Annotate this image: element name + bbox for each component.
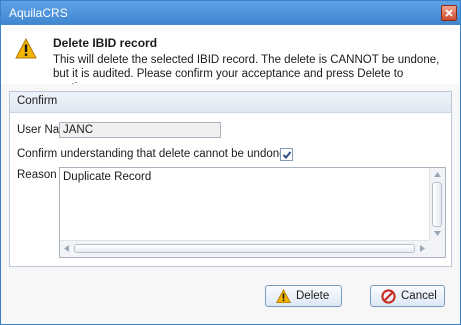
cancel-button-label: Cancel [401,290,437,302]
warning-icon [15,38,37,59]
vertical-scrollbar[interactable] [429,168,445,241]
title-bar[interactable]: AquilaCRS [1,1,460,25]
warning-icon [276,289,291,304]
scroll-left-arrow-icon[interactable] [64,245,69,252]
checkmark-icon [282,151,292,159]
scroll-up-arrow-icon[interactable] [434,172,441,177]
dialog-window: AquilaCRS Delete IBID record This will d… [0,0,461,325]
close-button[interactable] [441,5,457,21]
confirm-checkbox[interactable] [280,148,293,161]
dialog-body: Confirm User Name JANC Confirm understan… [1,84,460,324]
confirm-group-header: Confirm [10,92,451,113]
reason-text[interactable]: Duplicate Record [63,171,151,183]
no-entry-icon [381,289,396,304]
window-title: AquilaCRS [9,6,68,20]
scroll-down-arrow-icon[interactable] [434,231,441,236]
cancel-button[interactable]: Cancel [370,285,445,307]
delete-button-label: Delete [296,290,330,302]
horizontal-scroll-thumb[interactable] [74,244,415,253]
horizontal-scrollbar[interactable] [60,240,430,257]
dialog-heading: Delete IBID record [53,36,158,50]
confirm-group-label: Confirm [17,95,58,107]
confirm-checkbox-label[interactable]: Confirm understanding that delete cannot… [17,148,286,160]
scrollbar-corner [430,241,445,257]
reason-label: Reason [17,169,57,181]
dialog-header: Delete IBID record This will delete the … [1,26,460,94]
confirm-group: Confirm User Name JANC Confirm understan… [9,91,452,267]
delete-button[interactable]: Delete [265,285,342,307]
close-icon [445,9,453,17]
reason-textarea[interactable]: Duplicate Record [59,167,446,258]
vertical-scroll-thumb[interactable] [432,182,442,227]
scroll-right-arrow-icon[interactable] [420,245,425,252]
user-name-field: JANC [59,122,221,138]
